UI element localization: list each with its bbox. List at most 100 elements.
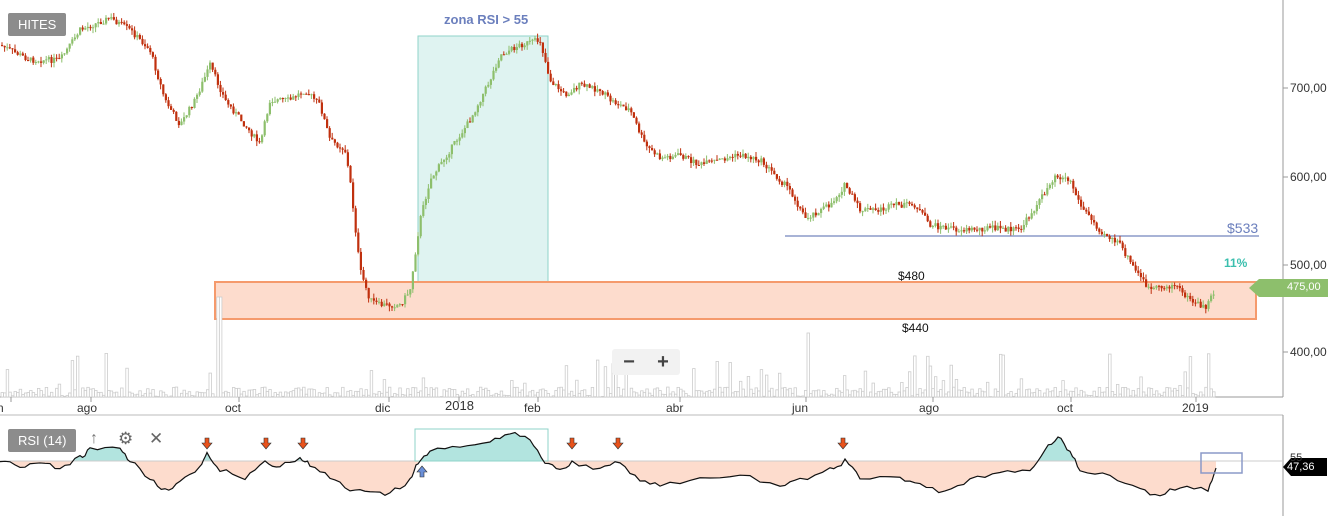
candle <box>609 95 612 102</box>
volume-bar <box>1142 391 1146 398</box>
annotation-title: zona RSI > 55 <box>444 12 529 27</box>
candle <box>1072 180 1075 189</box>
candle <box>942 225 945 227</box>
volume-bar <box>632 391 636 398</box>
volume-bar <box>1105 387 1109 398</box>
candle <box>619 104 622 106</box>
volume-bar <box>793 387 797 398</box>
move-up-icon[interactable]: ↑ <box>90 430 98 448</box>
indicator-badge[interactable]: RSI (14) <box>8 429 77 452</box>
volume-bar <box>1069 390 1073 398</box>
candle <box>287 97 290 99</box>
volume-bar <box>562 389 566 398</box>
volume-bar <box>37 388 41 398</box>
candle <box>500 54 503 61</box>
candle <box>1004 227 1007 232</box>
candle <box>1041 194 1044 200</box>
volume-bar <box>484 387 488 398</box>
candle <box>1051 182 1054 185</box>
volume-bar <box>21 394 25 398</box>
volume-bar <box>845 389 849 398</box>
candle <box>554 84 557 86</box>
volume-bar <box>338 395 342 398</box>
candle <box>1082 206 1085 210</box>
candle <box>274 101 277 103</box>
candle <box>159 78 162 85</box>
volume-bar <box>81 387 85 398</box>
candle <box>580 82 583 84</box>
candle <box>809 217 812 219</box>
candle <box>209 62 212 70</box>
volume-bar <box>322 392 327 398</box>
volume-bar <box>676 386 680 398</box>
candle <box>1098 228 1101 232</box>
candle <box>1116 240 1119 243</box>
candle <box>328 128 331 138</box>
candle <box>47 57 50 60</box>
volume-bar <box>767 390 771 398</box>
zoom-out-button[interactable]: − <box>623 351 635 374</box>
candle <box>879 207 882 212</box>
volume-bar <box>257 393 262 398</box>
gear-icon[interactable]: ⚙ <box>118 429 133 449</box>
candle <box>874 208 877 211</box>
volume-bar <box>637 394 641 398</box>
candle <box>744 153 747 159</box>
volume-bar <box>263 386 267 398</box>
candle <box>388 303 391 307</box>
time-tick: n <box>0 401 4 415</box>
candle <box>463 128 466 134</box>
candle <box>1 45 4 46</box>
volume-bar <box>309 388 314 398</box>
candle <box>679 153 682 155</box>
candle <box>203 76 206 82</box>
volume-bar <box>897 391 901 398</box>
candle <box>495 67 498 71</box>
candle <box>167 100 170 107</box>
volume-bar <box>1048 391 1052 398</box>
close-icon[interactable]: ✕ <box>149 429 163 449</box>
candle <box>102 23 105 25</box>
chart-canvas[interactable] <box>0 0 1328 516</box>
candle <box>224 94 227 101</box>
volume-bar <box>949 364 953 398</box>
volume-bar <box>403 394 407 398</box>
volume-bar <box>965 391 969 398</box>
candle <box>1043 194 1046 196</box>
candle <box>586 84 589 87</box>
candle <box>1186 295 1189 298</box>
candle <box>284 97 287 100</box>
candle <box>1030 213 1033 219</box>
volume-bar <box>153 395 158 398</box>
volume-bar <box>86 386 90 398</box>
zoom-in-button[interactable]: + <box>657 351 669 374</box>
volume-bar <box>231 387 236 398</box>
candle <box>765 164 768 169</box>
zone-bottom-label: $440 <box>902 321 929 335</box>
candle <box>848 188 851 194</box>
candle <box>305 93 308 95</box>
candle <box>489 79 492 85</box>
volume-bar <box>523 382 527 398</box>
candle <box>817 213 820 216</box>
volume-bar <box>822 390 826 398</box>
candle <box>198 91 201 95</box>
volume-bar <box>580 390 584 398</box>
candle <box>1197 301 1200 303</box>
volume-bar <box>557 387 561 398</box>
volume-bar <box>1134 394 1138 398</box>
volume-bar <box>34 394 38 398</box>
candle <box>677 153 680 155</box>
candle <box>380 301 383 307</box>
candle <box>1134 265 1137 271</box>
volume-bar <box>424 387 428 398</box>
volume-bar <box>471 394 475 398</box>
candle <box>19 53 22 55</box>
volume-bar <box>387 386 392 398</box>
candle <box>814 212 817 216</box>
candle <box>1121 242 1124 249</box>
volume-bar <box>281 395 285 398</box>
volume-bar <box>247 389 251 398</box>
candle <box>622 104 625 107</box>
volume-bar <box>798 395 803 398</box>
